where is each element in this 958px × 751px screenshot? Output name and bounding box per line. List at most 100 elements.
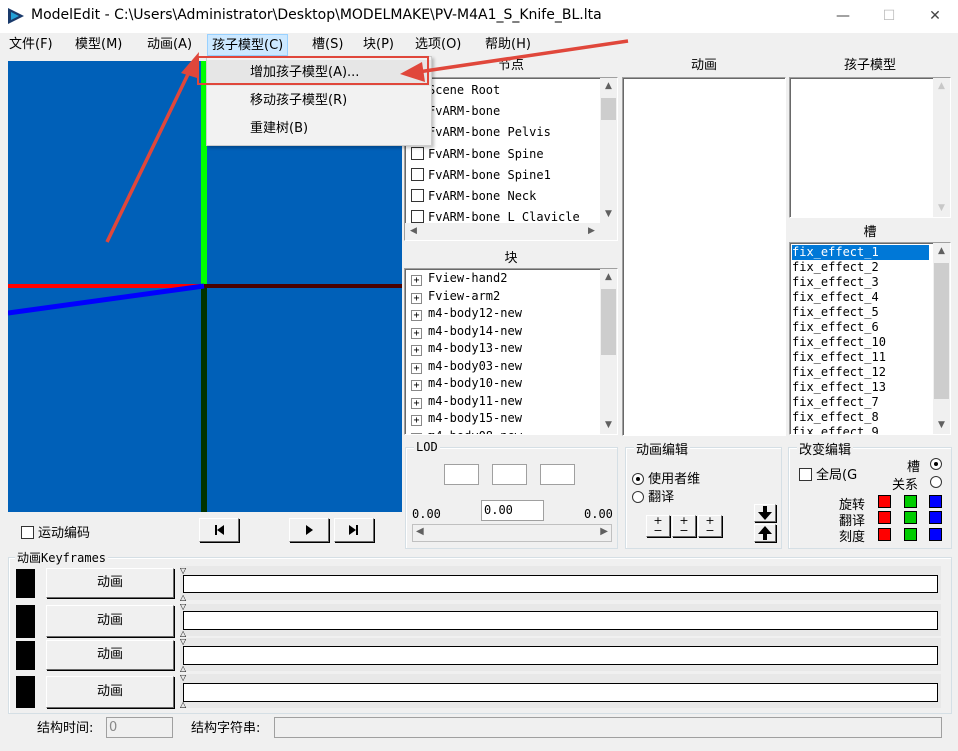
keyframe-anim-button-1[interactable]: 动画: [46, 568, 174, 598]
node-item[interactable]: FvARM-bone Spine: [411, 144, 544, 165]
scroll-up-icon[interactable]: ▲: [933, 78, 950, 95]
piece-item[interactable]: + m4-body15-new: [411, 410, 522, 428]
rotate-x-swatch[interactable]: [878, 495, 891, 508]
scroll-thumb[interactable]: [601, 289, 616, 355]
scroll-up-icon[interactable]: ▲: [600, 78, 617, 95]
nodes-horizontal-scrollbar[interactable]: ◀ ▶: [405, 223, 617, 240]
lod-box-2[interactable]: [492, 464, 527, 485]
menu-options[interactable]: 选项(O): [411, 34, 465, 56]
motion-encode-box[interactable]: [21, 526, 34, 539]
y-adjust-button[interactable]: + −: [672, 515, 696, 537]
slot-item[interactable]: fix_effect_2: [792, 260, 879, 275]
keyframe-marker-icon[interactable]: ▽ △: [180, 566, 186, 602]
lod-slider[interactable]: ◀ ▶: [412, 524, 612, 542]
animation-list[interactable]: [622, 77, 786, 436]
x-adjust-button[interactable]: + −: [646, 515, 670, 537]
menu-slot[interactable]: 槽(S): [308, 34, 347, 56]
keyframe-anim-button-3[interactable]: 动画: [46, 640, 174, 670]
slot-item[interactable]: fix_effect_11: [792, 350, 886, 365]
slots-list[interactable]: fix_effect_1 fix_effect_2 fix_effect_3 f…: [789, 242, 951, 435]
menu-move-child-model[interactable]: 移动孩子模型(R): [207, 88, 431, 114]
last-frame-button[interactable]: [334, 518, 374, 542]
slot-item[interactable]: fix_effect_7: [792, 395, 879, 410]
relation-radio[interactable]: [930, 475, 942, 490]
scale-z-swatch[interactable]: [929, 528, 942, 541]
menu-rebuild-tree[interactable]: 重建树(B): [207, 116, 431, 142]
piece-item[interactable]: +m4-body08-new: [411, 428, 522, 434]
piece-item[interactable]: + m4-body12-new: [411, 305, 522, 323]
piece-item[interactable]: + m4-body03-new: [411, 358, 522, 376]
slot-item[interactable]: fix_effect_6: [792, 320, 879, 335]
struct-time-field[interactable]: 0: [106, 717, 173, 738]
maximize-button[interactable]: ☐: [866, 0, 912, 33]
keyframe-marker-icon[interactable]: ▽ △: [180, 602, 186, 638]
slot-item-selected[interactable]: fix_effect_1: [792, 245, 929, 260]
menu-animation[interactable]: 动画(A): [143, 34, 196, 56]
minimize-button[interactable]: —: [820, 0, 866, 33]
piece-item[interactable]: + Fview-hand2: [411, 270, 507, 288]
slider-right-icon[interactable]: ▶: [600, 526, 608, 537]
first-frame-button[interactable]: [199, 518, 239, 542]
close-button[interactable]: ✕: [912, 0, 958, 33]
keyframe-track-1[interactable]: [183, 575, 938, 593]
struct-string-field[interactable]: [274, 717, 942, 738]
slot-item[interactable]: fix_effect_8: [792, 410, 879, 425]
piece-item[interactable]: + m4-body14-new: [411, 323, 522, 341]
piece-item[interactable]: + m4-body11-new: [411, 393, 522, 411]
piece-item[interactable]: + m4-body10-new: [411, 375, 522, 393]
slot-radio[interactable]: [930, 457, 942, 472]
keyframe-track-4[interactable]: [183, 683, 938, 702]
keyframe-track-3[interactable]: [183, 646, 938, 665]
menu-child-model[interactable]: 孩子模型(C): [207, 34, 289, 56]
move-down-button[interactable]: [754, 504, 776, 522]
slot-item[interactable]: fix_effect_10: [792, 335, 886, 350]
scroll-thumb[interactable]: [601, 98, 616, 120]
menu-file[interactable]: 文件(F): [5, 34, 57, 56]
scroll-up-icon[interactable]: ▲: [933, 243, 950, 260]
pieces-vertical-scrollbar[interactable]: ▲ ▼: [600, 269, 617, 434]
slot-item[interactable]: fix_effect_4: [792, 290, 879, 305]
keyframe-anim-button-2[interactable]: 动画: [46, 605, 174, 637]
lod-box-1[interactable]: [444, 464, 479, 485]
piece-item[interactable]: + Fview-arm2: [411, 288, 500, 306]
child-models-list[interactable]: ▲ ▼: [789, 77, 951, 218]
motion-encode-checkbox[interactable]: 运动编码: [21, 522, 90, 541]
global-checkbox[interactable]: 全局(G: [799, 464, 857, 483]
move-up-button[interactable]: [754, 524, 776, 542]
scroll-down-icon[interactable]: ▼: [600, 417, 617, 434]
keyframe-marker-icon[interactable]: ▽ △: [180, 637, 186, 673]
translate-z-swatch[interactable]: [929, 511, 942, 524]
slider-left-icon[interactable]: ◀: [416, 526, 424, 537]
scroll-down-icon[interactable]: ▼: [600, 206, 617, 223]
translate-y-swatch[interactable]: [904, 511, 917, 524]
slot-item[interactable]: fix_effect_12: [792, 365, 886, 380]
scroll-right-icon[interactable]: ▶: [583, 223, 600, 240]
menu-model[interactable]: 模型(M): [71, 34, 126, 56]
slot-item[interactable]: fix_effect_5: [792, 305, 879, 320]
scroll-down-icon[interactable]: ▼: [933, 200, 950, 217]
rotate-y-swatch[interactable]: [904, 495, 917, 508]
z-adjust-button[interactable]: + −: [698, 515, 722, 537]
nodes-vertical-scrollbar[interactable]: ▲ ▼: [600, 78, 617, 223]
keyframe-marker-icon[interactable]: ▽ △: [180, 673, 186, 709]
scroll-left-icon[interactable]: ◀: [405, 223, 422, 240]
translate-x-swatch[interactable]: [878, 511, 891, 524]
scroll-down-icon[interactable]: ▼: [933, 417, 950, 434]
scale-x-swatch[interactable]: [878, 528, 891, 541]
slots-vertical-scrollbar[interactable]: ▲ ▼: [933, 243, 950, 434]
pieces-tree[interactable]: + Fview-hand2 + Fview-arm2 + m4-body12-new …: [404, 268, 618, 435]
option-translate[interactable]: 翻译: [632, 486, 674, 505]
node-item[interactable]: FvARM-bone Neck: [411, 186, 536, 207]
nodes-tree[interactable]: Scene Root FvARM-bone FvARM-bone Pelvis …: [404, 77, 618, 241]
piece-item[interactable]: + m4-body13-new: [411, 340, 522, 358]
scroll-thumb[interactable]: [934, 263, 949, 399]
rotate-z-swatch[interactable]: [929, 495, 942, 508]
lod-value-input[interactable]: 0.00: [481, 500, 544, 521]
slot-item[interactable]: fix_effect_3: [792, 275, 879, 290]
menu-help[interactable]: 帮助(H): [481, 34, 535, 56]
menu-piece[interactable]: 块(P): [359, 34, 398, 56]
lod-box-3[interactable]: [540, 464, 575, 485]
child-models-scrollbar[interactable]: ▲ ▼: [933, 78, 950, 217]
keyframe-anim-button-4[interactable]: 动画: [46, 676, 174, 708]
scale-y-swatch[interactable]: [904, 528, 917, 541]
